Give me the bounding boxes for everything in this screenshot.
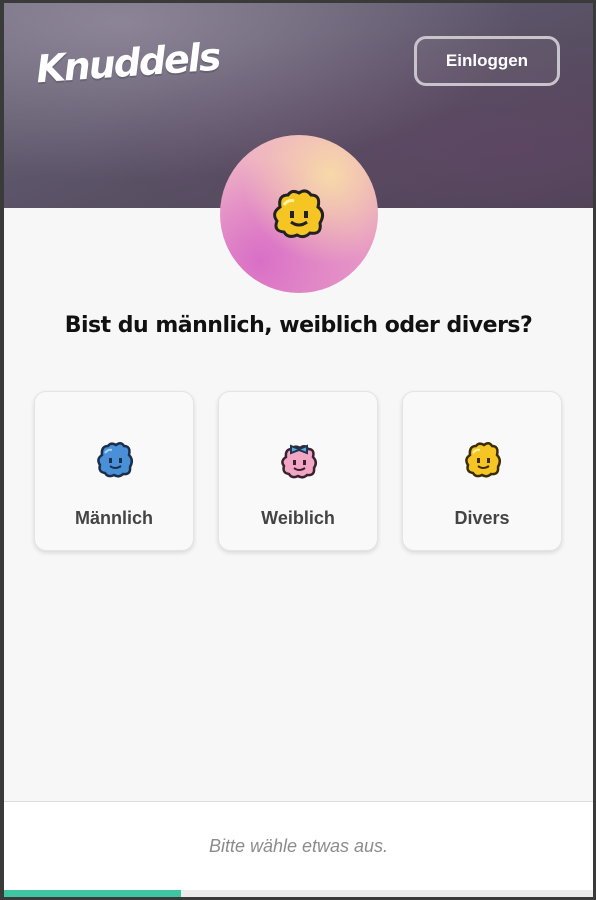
- option-maennlich[interactable]: Männlich: [34, 391, 194, 551]
- selection-hint: Bitte wähle etwas aus.: [208, 836, 389, 856]
- yellow-blob-icon: [273, 189, 325, 239]
- blue-blob-icon: [97, 442, 133, 478]
- progress-fill: [4, 890, 181, 897]
- pink-blob-bow-icon: [281, 444, 317, 479]
- login-button[interactable]: Einloggen: [414, 36, 560, 86]
- yellow-blob-icon: [465, 442, 501, 478]
- gender-options: Männlich Weiblich Divers: [34, 391, 566, 553]
- footer: Bitte wähle etwas aus.: [4, 801, 593, 897]
- progress-bar: [4, 890, 593, 897]
- gender-question: Bist du männlich, weiblich oder divers?: [64, 313, 533, 338]
- option-label: Weiblich: [261, 508, 335, 528]
- option-divers[interactable]: Divers: [402, 391, 562, 551]
- signup-screen: Knuddels Einloggen Bist du männlich, wei…: [4, 3, 593, 897]
- option-label: Männlich: [74, 508, 153, 528]
- avatar: [220, 135, 378, 293]
- option-label: Divers: [454, 508, 510, 528]
- option-weiblich[interactable]: Weiblich: [218, 391, 378, 551]
- knuddels-logo[interactable]: Knuddels: [35, 35, 221, 92]
